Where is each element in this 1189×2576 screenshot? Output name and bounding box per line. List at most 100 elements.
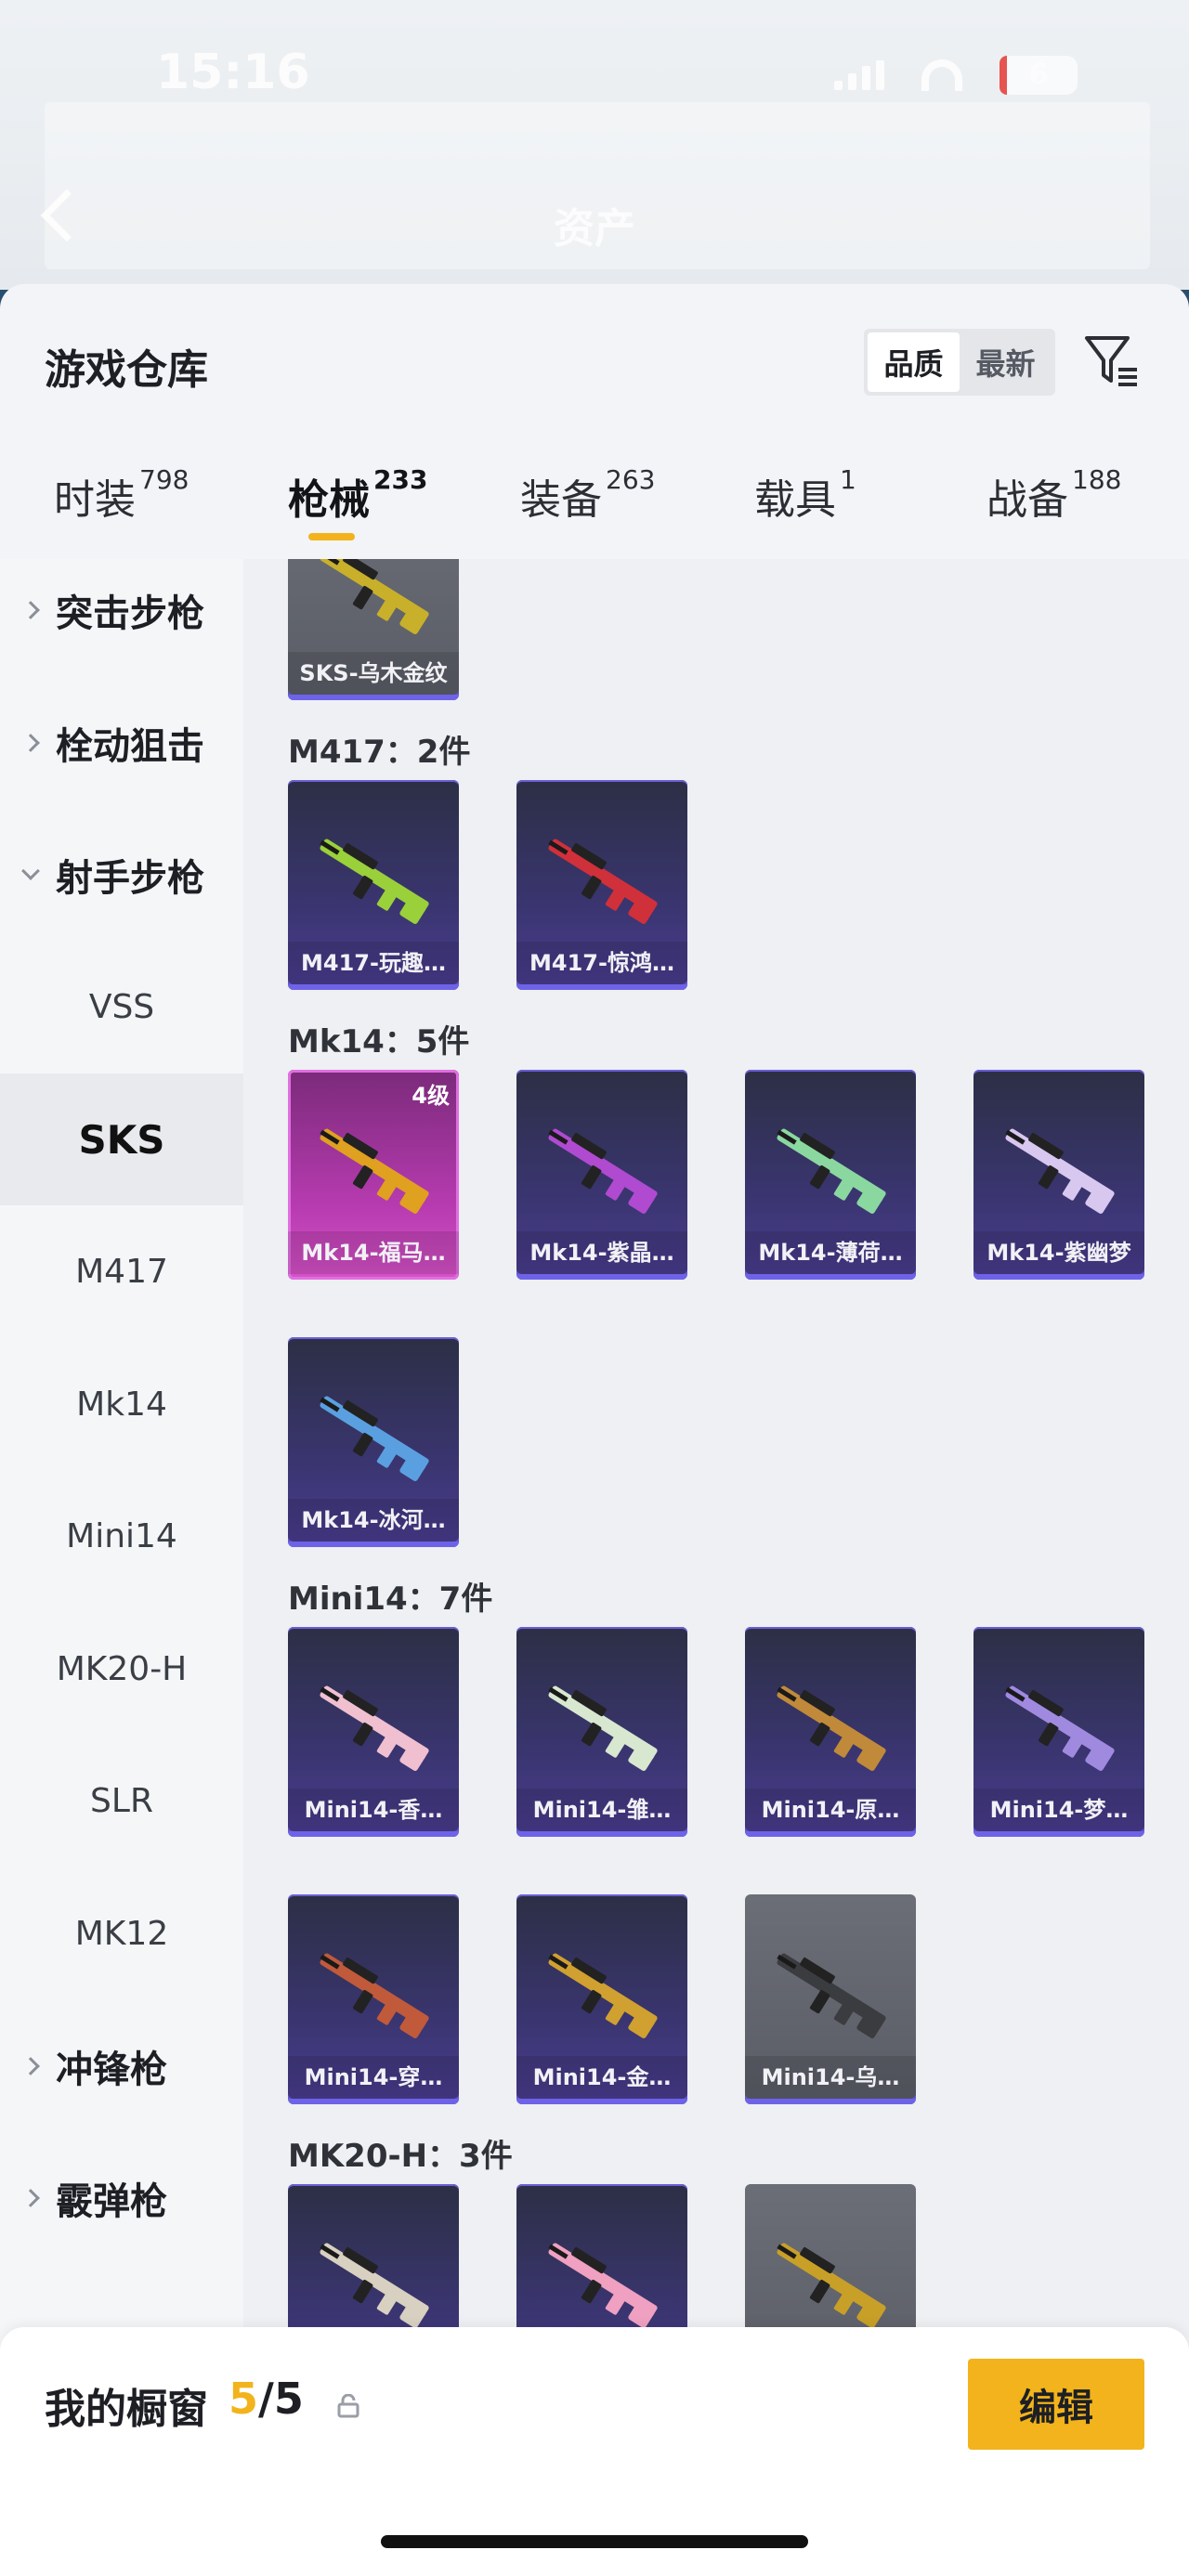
- sidebar-item[interactable]: Mk14: [0, 1338, 243, 1470]
- sidebar-item-label: 突击步枪: [56, 592, 204, 635]
- sidebar-item[interactable]: 射手步枪: [0, 809, 243, 941]
- rifle-icon: [320, 1128, 429, 1214]
- edit-button[interactable]: 编辑: [968, 2359, 1144, 2450]
- sidebar-item-label: 栓动狙击: [56, 724, 204, 768]
- sidebar-item[interactable]: 突击步枪: [0, 544, 243, 676]
- home-indicator: [381, 2535, 808, 2548]
- tab-gear[interactable]: 战备 188: [986, 464, 1122, 555]
- weapon-card[interactable]: Mini14-穿…: [288, 1894, 459, 2104]
- sidebar-item-label: M417: [75, 1253, 168, 1291]
- group-title: M417：2件: [288, 734, 471, 771]
- weapon-card-label: Mk14-冰河…: [288, 1499, 459, 1542]
- weapon-card[interactable]: Mini14-香…: [288, 1627, 459, 1837]
- sort-toggle: 品质 最新: [864, 329, 1055, 396]
- rifle-icon: [548, 839, 658, 924]
- weapon-card[interactable]: Mk14-紫晶…: [516, 1070, 687, 1280]
- chevron-right-icon: [21, 601, 40, 619]
- chevron-right-icon: [21, 2189, 40, 2207]
- sidebar-item-label: VSS: [88, 988, 155, 1026]
- rifle-icon: [548, 1953, 658, 2038]
- rifle-icon: [777, 1128, 886, 1214]
- tab-label: 装备: [520, 476, 602, 524]
- rifle-icon: [320, 1685, 429, 1771]
- weapon-card-label: Mk14-紫幽梦: [973, 1231, 1144, 1274]
- weapon-card[interactable]: Mini14-雏…: [516, 1627, 687, 1837]
- weapon-card[interactable]: Mk14-冰河…: [288, 1337, 459, 1547]
- sidebar-item-label: MK20-H: [56, 1649, 188, 1688]
- weapon-sidebar: 突击步枪栓动狙击射手步枪 VSS SKS M417 Mk14 Mini14 MK20-H SL…: [0, 559, 243, 2576]
- weapon-card[interactable]: Mini14-梦…: [973, 1627, 1144, 1837]
- tab-label: 载具: [754, 476, 836, 524]
- weapon-card-label: Mini14-雏…: [516, 1789, 687, 1831]
- sidebar-item[interactable]: 栓动狙击: [0, 677, 243, 809]
- rifle-icon: [777, 1685, 886, 1771]
- weapon-grid: SKS-乌木金纹 M417：2件 M417-玩趣… M417-惊鸿… Mk14：5件 4级…: [243, 559, 1189, 2576]
- weapon-card[interactable]: Mk14-薄荷…: [745, 1070, 916, 1280]
- weapon-card-label: Mini14-梦…: [973, 1789, 1144, 1831]
- sort-quality-button[interactable]: 品质: [868, 332, 960, 392]
- lock-icon: [337, 2394, 359, 2418]
- battery-icon: 6: [1000, 56, 1078, 95]
- weapon-card[interactable]: Mk14-紫幽梦: [973, 1070, 1144, 1280]
- weapon-card[interactable]: SKS-乌木金纹: [288, 559, 459, 700]
- weapon-card[interactable]: 4级 Mk14-福马…: [288, 1070, 459, 1280]
- tab-equipment[interactable]: 装备 263: [520, 464, 656, 555]
- weapon-card[interactable]: M417-玩趣…: [288, 780, 459, 990]
- sidebar-item[interactable]: SLR: [0, 1736, 243, 1867]
- sidebar-item[interactable]: SKS: [0, 1073, 243, 1205]
- sidebar-item[interactable]: MK20-H: [0, 1603, 243, 1735]
- sidebar-item-label: Mini14: [66, 1517, 177, 1555]
- tab-count: 188: [1072, 464, 1122, 495]
- sidebar-item[interactable]: 冲锋枪: [0, 2000, 243, 2132]
- tab-count: 1: [840, 464, 856, 495]
- status-time: 15:16: [156, 45, 310, 100]
- group-title: MK20-H：3件: [288, 2138, 513, 2175]
- sidebar-item[interactable]: MK12: [0, 1867, 243, 1999]
- tab-guns[interactable]: 枪械 233: [288, 464, 428, 555]
- rifle-icon: [320, 839, 429, 924]
- tab-count: 233: [373, 464, 428, 495]
- rifle-icon: [320, 559, 429, 634]
- sidebar-item-label: 射手步枪: [56, 857, 204, 900]
- showcase-label: 我的橱窗: [45, 2386, 208, 2433]
- showcase-count-total: /5: [258, 2374, 304, 2424]
- sidebar-item-label: SLR: [90, 1782, 153, 1820]
- rifle-icon: [320, 1396, 429, 1481]
- sidebar-item[interactable]: Mini14: [0, 1471, 243, 1603]
- weapon-card[interactable]: Mini14-乌…: [745, 1894, 916, 2104]
- weapon-card-label: Mini14-原…: [745, 1789, 916, 1831]
- page-title: 游戏仓库: [45, 346, 208, 394]
- tab-label: 时装: [54, 476, 136, 524]
- weapon-card-label: M417-惊鸿…: [516, 942, 687, 984]
- sidebar-item-label: 冲锋枪: [56, 2048, 167, 2091]
- rifle-icon: [1005, 1128, 1115, 1214]
- tab-vehicles[interactable]: 载具 1: [754, 464, 856, 555]
- weapon-card[interactable]: M417-惊鸿…: [516, 780, 687, 990]
- rifle-icon: [548, 1128, 658, 1214]
- sort-latest-button[interactable]: 最新: [960, 332, 1052, 392]
- weapon-card-label: Mini14-香…: [288, 1789, 459, 1831]
- rifle-icon: [320, 2243, 429, 2328]
- chevron-right-icon: [21, 733, 40, 752]
- tab-label: 战备: [986, 476, 1068, 524]
- sidebar-item[interactable]: M417: [0, 1206, 243, 1338]
- tab-label: 枪械: [288, 476, 370, 524]
- tab-fashion[interactable]: 时装 798: [54, 464, 189, 555]
- weapon-card-label: Mini14-金…: [516, 2056, 687, 2099]
- weapon-card[interactable]: Mini14-原…: [745, 1627, 916, 1837]
- tab-active-indicator: [308, 533, 355, 540]
- weapon-card-label: Mk14-紫晶…: [516, 1231, 687, 1274]
- weapon-card-label: Mini14-乌…: [745, 2056, 916, 2099]
- filter-icon[interactable]: [1083, 332, 1141, 388]
- weapon-card[interactable]: Mini14-金…: [516, 1894, 687, 2104]
- showcase-count-current: 5: [229, 2374, 259, 2424]
- sidebar-item-label: SKS: [78, 1116, 165, 1163]
- chevron-right-icon: [21, 2056, 40, 2075]
- tab-count: 263: [606, 464, 656, 495]
- nav-title: 资产: [554, 205, 635, 253]
- wifi-icon: [921, 59, 962, 91]
- rifle-icon: [320, 1953, 429, 2038]
- sidebar-item-label: 霰弹枪: [56, 2180, 167, 2223]
- sidebar-item[interactable]: VSS: [0, 942, 243, 1073]
- sidebar-item[interactable]: 霰弹枪: [0, 2132, 243, 2264]
